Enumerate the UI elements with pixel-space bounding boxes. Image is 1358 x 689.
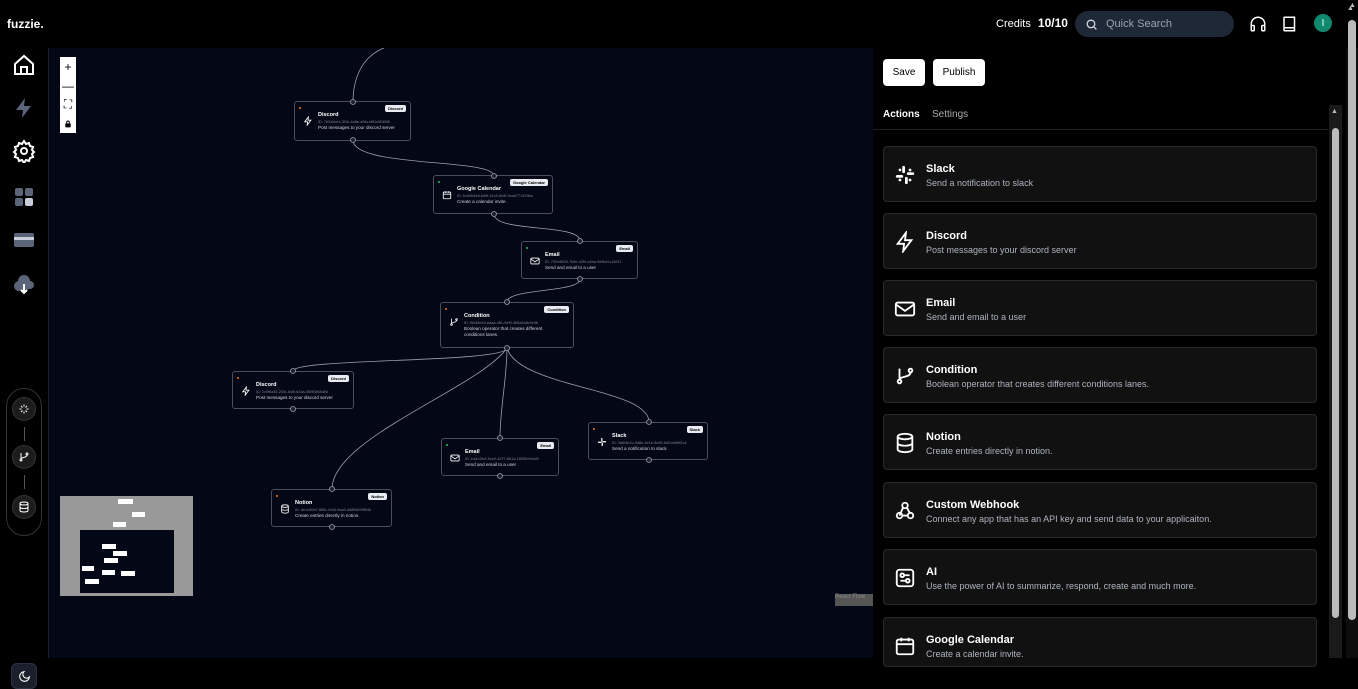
minimap-node [118, 499, 133, 504]
discord-icon [895, 231, 914, 253]
card-description: Boolean operator that creates different … [926, 379, 1149, 389]
billing-icon[interactable] [12, 228, 36, 252]
publish-button[interactable]: Publish [933, 59, 985, 86]
moon-icon [18, 670, 30, 682]
attribution-link[interactable]: React Flow [835, 594, 873, 606]
card-description: Create entries directly in notion. [926, 446, 1053, 456]
top-bar: fuzzie. Credits 10/10 I [0, 0, 1358, 48]
card-title: Notion [926, 431, 961, 443]
headphones-icon[interactable] [1249, 15, 1267, 33]
card-description: Post messages to your discord server [926, 245, 1077, 255]
card-title: Condition [926, 364, 978, 376]
minimap-node [132, 512, 145, 517]
minimap-node [82, 566, 94, 571]
pipeline-step-database[interactable] [12, 495, 36, 519]
credits-value: 10/10 [1037, 16, 1068, 30]
pipeline-step-trigger[interactable] [12, 397, 36, 421]
git-branch-icon [19, 452, 29, 462]
minimap-node [121, 571, 135, 576]
search-icon [1086, 18, 1097, 30]
minimap-node [113, 551, 127, 556]
git-branch-icon [896, 367, 914, 385]
calendar-icon [895, 637, 915, 656]
pipeline-step-condition[interactable] [12, 445, 36, 469]
card-title: Custom Webhook [926, 499, 1020, 511]
settings-icon[interactable] [12, 139, 36, 163]
tabs-divider [873, 129, 1328, 130]
minimap-node [113, 522, 126, 527]
sparkle-icon [19, 404, 29, 414]
card-title: Google Calendar [926, 634, 1015, 646]
page-scroll-thumb[interactable] [1348, 20, 1356, 620]
scroll-up-arrow[interactable]: ▲ [1331, 108, 1338, 115]
minimap-node [85, 579, 99, 584]
home-icon[interactable] [12, 53, 36, 77]
card-description: Send a notification to slack [926, 178, 1034, 188]
actions-scroll-thumb[interactable] [1332, 128, 1339, 618]
tab-actions[interactable]: Actions [883, 109, 920, 120]
search-input[interactable] [1106, 18, 1216, 30]
quick-search[interactable] [1075, 11, 1234, 37]
database-icon [896, 432, 914, 454]
minimap-viewport [80, 530, 174, 593]
action-card-email[interactable]: Email Send and email to a user [883, 280, 1317, 336]
minimap[interactable] [60, 496, 193, 596]
pipeline-indicator [6, 388, 42, 536]
action-card-custom-webhook[interactable]: Custom Webhook Connect any app that has … [883, 482, 1317, 538]
minimap-node [104, 558, 118, 563]
card-title: AI [926, 566, 937, 578]
pipeline-connector [24, 475, 25, 489]
user-avatar[interactable]: I [1314, 14, 1332, 32]
app-logo[interactable]: fuzzie. [7, 17, 44, 31]
editor-sidebar: Save Publish Actions Settings Slack Send… [873, 2, 1358, 667]
card-description: Use the power of AI to summarize, respon… [926, 581, 1197, 591]
card-title: Email [926, 297, 956, 309]
action-card-slack[interactable]: Slack Send a notification to slack [883, 146, 1317, 202]
card-title: Slack [926, 163, 955, 175]
minimap-node [102, 570, 115, 575]
save-button[interactable]: Save [883, 59, 925, 86]
webhook-icon [895, 501, 915, 520]
action-card-ai[interactable]: AI Use the power of AI to summarize, res… [883, 549, 1317, 605]
credits-label: Credits [996, 18, 1031, 30]
connections-icon[interactable] [12, 185, 36, 209]
action-card-condition[interactable]: Condition Boolean operator that creates … [883, 347, 1317, 403]
tab-settings[interactable]: Settings [932, 109, 968, 120]
action-card-discord[interactable]: Discord Post messages to your discord se… [883, 213, 1317, 269]
book-icon[interactable] [1281, 15, 1299, 33]
mail-icon [894, 301, 916, 317]
card-description: Send and email to a user [926, 312, 1027, 322]
slack-icon [895, 165, 915, 185]
workflow-canvas[interactable]: + — ⛶ Discord ID: 7b2a9ce4-3f1b-4a8e-a5f… [48, 48, 873, 658]
templates-icon[interactable] [12, 273, 36, 297]
card-title: Discord [926, 230, 967, 242]
action-card-google-calendar[interactable]: Google Calendar Create a calendar invite… [883, 617, 1317, 667]
credits-indicator: Credits 10/10 [996, 16, 1068, 30]
ai-icon [895, 568, 915, 588]
database-icon [19, 501, 29, 513]
sidebar [0, 48, 48, 689]
theme-toggle[interactable] [11, 663, 37, 689]
pipeline-connector [24, 427, 25, 441]
card-description: Connect any app that has an API key and … [926, 514, 1212, 524]
page-scroll-up-arrow[interactable]: ▲ [1347, 5, 1354, 12]
workflows-icon[interactable] [12, 96, 36, 120]
action-card-notion[interactable]: Notion Create entries directly in notion… [883, 414, 1317, 470]
minimap-node [102, 544, 116, 549]
